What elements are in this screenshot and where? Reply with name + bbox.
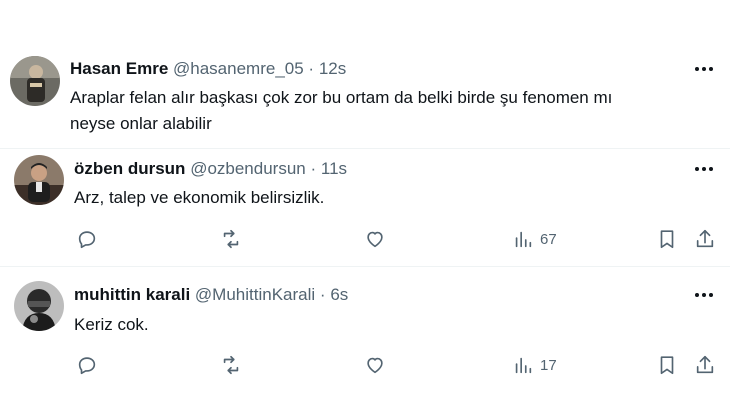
action-bar: 17	[0, 352, 730, 378]
views-icon	[515, 357, 532, 374]
share-button[interactable]	[694, 226, 716, 252]
bookmark-button[interactable]	[656, 226, 678, 252]
avatar-photo	[10, 56, 60, 106]
avatar-photo	[14, 281, 64, 331]
post-text: Keriz cok.	[74, 315, 149, 334]
post-text: Arz, talep ve ekonomik belirsizlik.	[74, 188, 325, 207]
bookmark-button[interactable]	[656, 352, 678, 378]
post-hasan-emre[interactable]: Hasan Emre @hasanemre_05 · 12s Araplar f…	[0, 50, 730, 150]
like-button[interactable]	[364, 226, 386, 252]
post-header: muhittin karali @MuhittinKarali · 6s	[74, 284, 348, 306]
more-icon[interactable]	[692, 59, 716, 79]
bookmark-icon	[660, 230, 674, 249]
timestamp[interactable]: 12s	[319, 59, 346, 78]
top-area	[0, 0, 730, 40]
repost-icon	[223, 229, 239, 249]
user-handle[interactable]: @hasanemre_05	[173, 59, 304, 78]
timestamp[interactable]: 11s	[321, 159, 347, 178]
views-count: 17	[540, 356, 557, 374]
avatar[interactable]	[14, 281, 64, 331]
divider	[0, 148, 730, 149]
separator-dot: ·	[308, 59, 315, 78]
avatar[interactable]	[14, 155, 64, 205]
repost-button[interactable]	[220, 226, 242, 252]
like-button[interactable]	[364, 352, 386, 378]
post-text: Araplar felan alır başkası çok zor bu or…	[70, 85, 690, 137]
views-icon	[515, 231, 532, 248]
user-handle[interactable]: @ozbendursun	[190, 159, 306, 178]
post-text-line: Araplar felan alır başkası çok zor bu or…	[70, 88, 613, 107]
share-icon	[696, 355, 714, 374]
more-icon[interactable]	[692, 285, 716, 305]
separator-dot: ·	[319, 285, 326, 304]
post-header: Hasan Emre @hasanemre_05 · 12s	[70, 58, 346, 80]
more-icon[interactable]	[692, 159, 716, 179]
separator-dot: ·	[310, 159, 317, 178]
post-header: özben dursun @ozbendursun · 11s	[74, 158, 347, 180]
views-button[interactable]: 17	[512, 352, 557, 378]
reply-button[interactable]	[76, 226, 98, 252]
display-name[interactable]: Hasan Emre	[70, 59, 168, 78]
user-handle[interactable]: @MuhittinKarali	[195, 285, 315, 304]
timestamp[interactable]: 6s	[330, 285, 348, 304]
repost-button[interactable]	[220, 352, 242, 378]
action-bar: 67	[0, 226, 730, 252]
repost-icon	[223, 355, 239, 375]
reply-icon	[78, 357, 96, 375]
display-name[interactable]: özben dursun	[74, 159, 185, 178]
share-button[interactable]	[694, 352, 716, 378]
post-ozben-dursun[interactable]: özben dursun @ozbendursun · 11s Arz, tal…	[0, 150, 730, 265]
share-icon	[696, 229, 714, 248]
bookmark-icon	[660, 356, 674, 375]
views-count: 67	[540, 230, 557, 248]
avatar-photo	[14, 155, 64, 205]
display-name[interactable]: muhittin karali	[74, 285, 190, 304]
views-button[interactable]: 67	[512, 226, 557, 252]
reply-icon	[78, 231, 96, 249]
post-muhittin-karali[interactable]: muhittin karali @MuhittinKarali · 6s Ker…	[0, 270, 730, 420]
reply-button[interactable]	[76, 352, 98, 378]
avatar[interactable]	[10, 56, 60, 106]
heart-icon	[367, 357, 383, 374]
post-text-line: neyse onlar alabilir	[70, 114, 212, 133]
heart-icon	[367, 231, 383, 248]
divider	[0, 266, 730, 267]
